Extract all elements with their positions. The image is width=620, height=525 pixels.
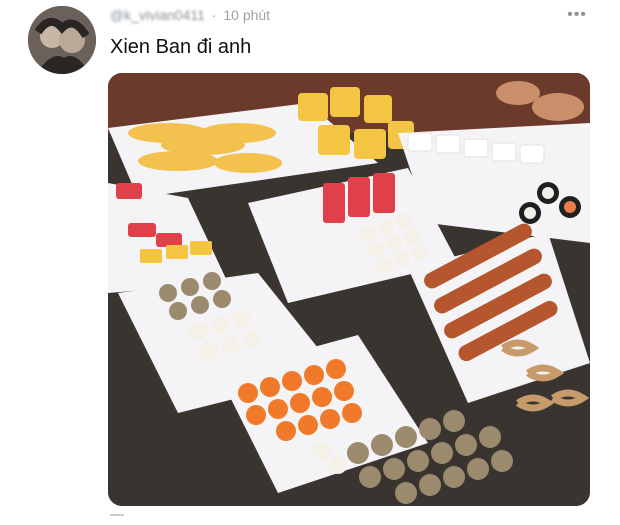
- action-bar-hint: [110, 514, 124, 525]
- author-handle[interactable]: @k_vivian0411: [110, 7, 205, 23]
- street-food-photo: [108, 73, 590, 506]
- more-icon[interactable]: •••: [566, 6, 588, 26]
- author-avatar[interactable]: [28, 6, 96, 74]
- tweet-photo[interactable]: [108, 73, 590, 506]
- tweet-time[interactable]: 10 phút: [223, 7, 270, 23]
- tweet-header: @k_vivian0411 · 10 phút: [110, 7, 270, 27]
- separator-dot: ·: [211, 7, 217, 23]
- avatar-image: [28, 6, 96, 74]
- tweet-text: Xien Ban đi anh: [110, 36, 252, 58]
